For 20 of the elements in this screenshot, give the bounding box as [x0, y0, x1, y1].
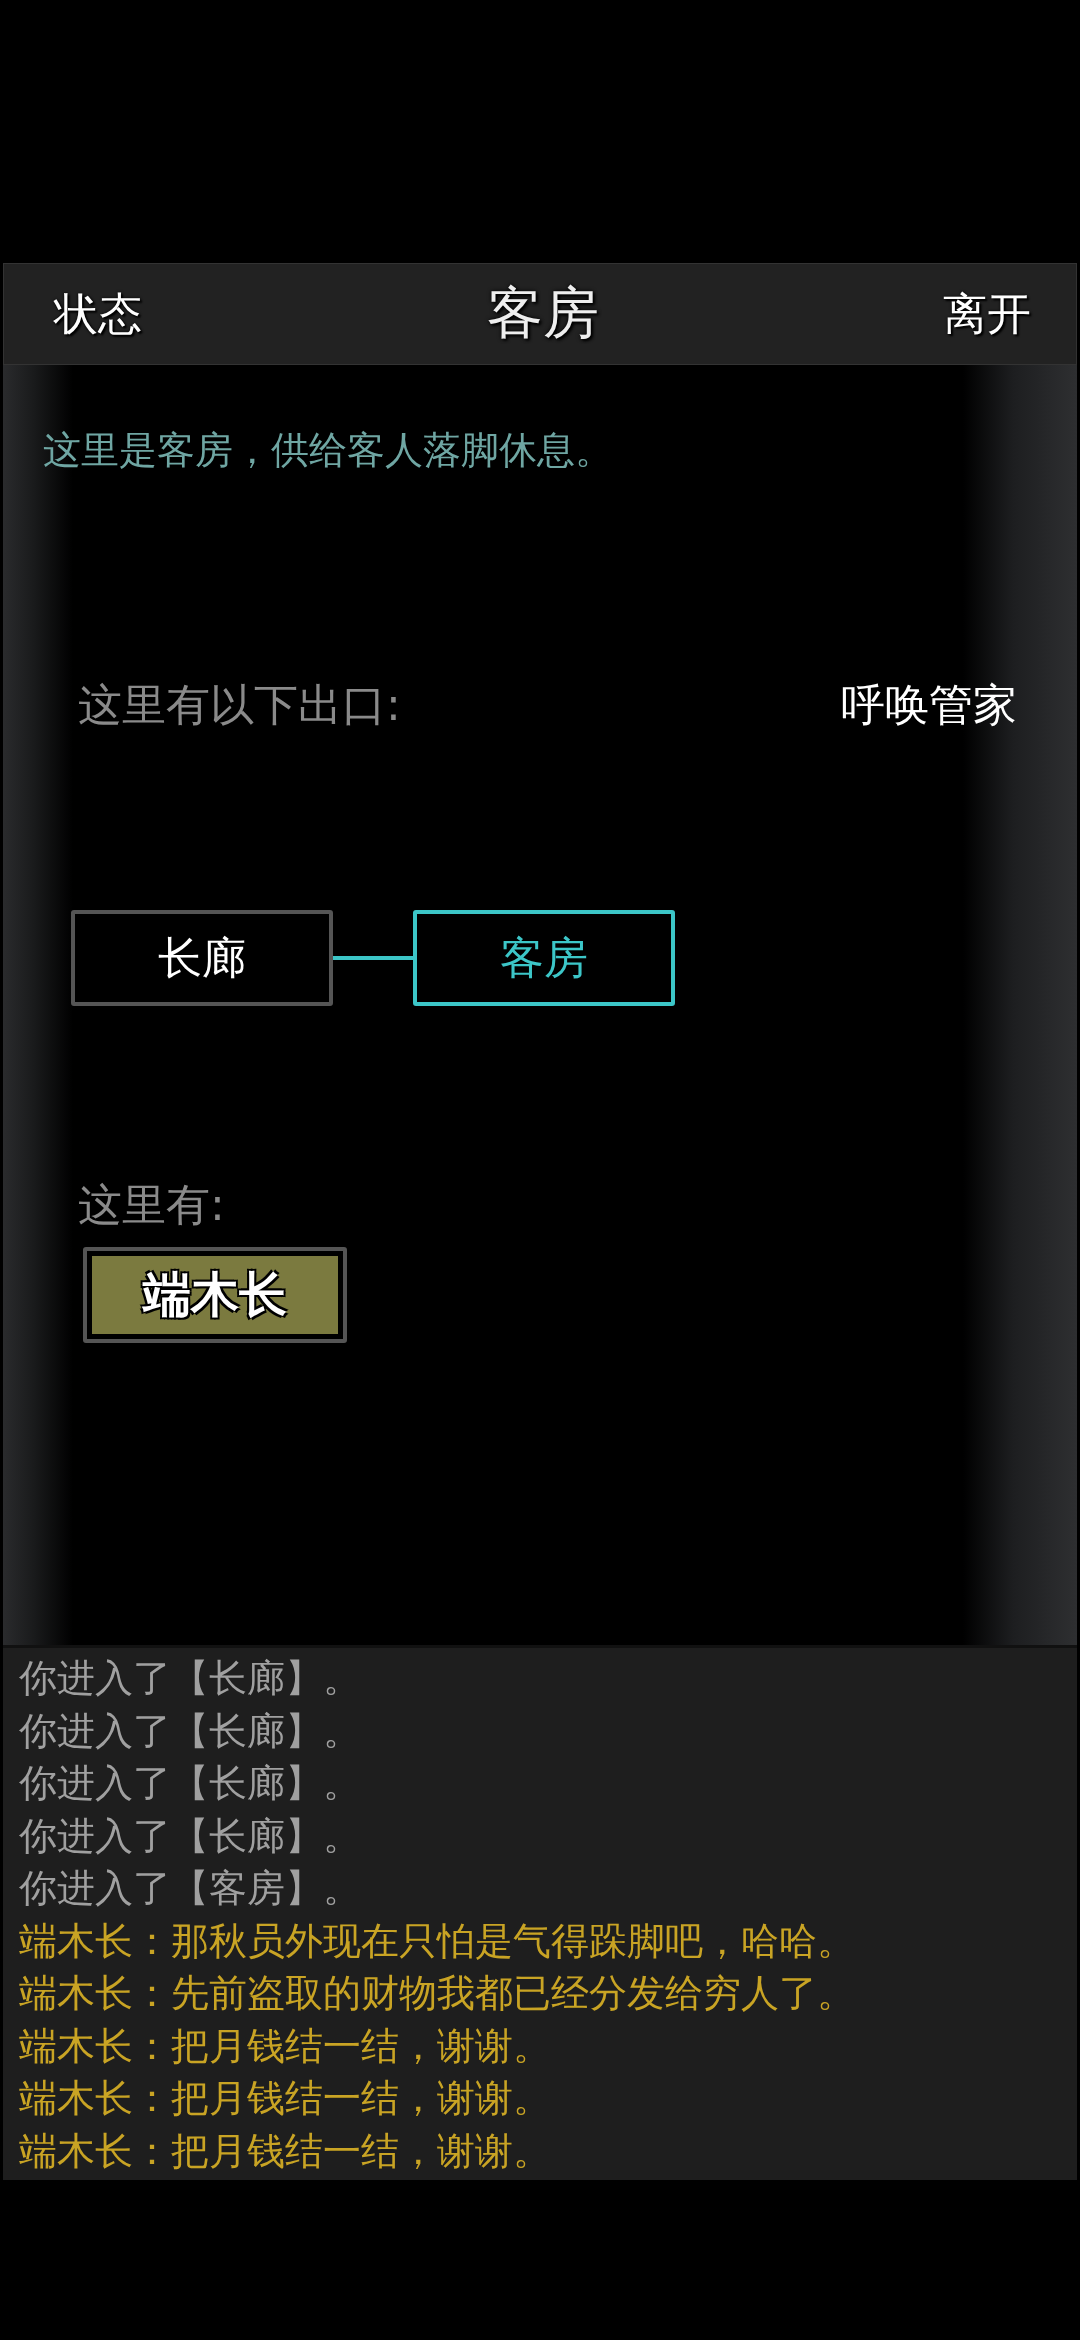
- log-message: 你进入了【长廊】。: [19, 1812, 362, 1860]
- npc-button[interactable]: 端木长: [83, 1247, 347, 1343]
- call-steward-link[interactable]: 呼唤管家: [841, 676, 1017, 735]
- log-message: 端木长：把月钱结一结，谢谢。: [19, 2127, 552, 2175]
- log-message: 你进入了【长廊】。: [19, 1760, 362, 1807]
- status-button[interactable]: 状态: [54, 284, 142, 344]
- room-description: 这里是客房，供给客人落脚休息。: [43, 427, 614, 474]
- log-message: 你进入了【长廊】。: [19, 1655, 362, 1702]
- log-message: 你进入了【长廊】。: [19, 1707, 362, 1755]
- present-label: 这里有:: [78, 1178, 226, 1232]
- exits-label: 这里有以下出口:: [78, 678, 401, 732]
- leave-button[interactable]: 离开: [943, 284, 1031, 344]
- room-node[interactable]: 客房: [413, 910, 675, 1006]
- room-title: 客房: [486, 279, 599, 347]
- log-message: 端木长：先前盗取的财物我都已经分发给穷人了。: [19, 1970, 856, 2017]
- log-message: 端木长：把月钱结一结，谢谢。: [19, 2022, 552, 2070]
- log-message: 你进入了【客房】。: [19, 1865, 362, 1912]
- log-message: 端木长：把月钱结一结，谢谢。: [19, 2075, 552, 2122]
- room-node[interactable]: 长廊: [71, 910, 333, 1006]
- log-message: 端木长：那秋员外现在只怕是气得跺脚吧，哈哈。: [19, 1917, 856, 1965]
